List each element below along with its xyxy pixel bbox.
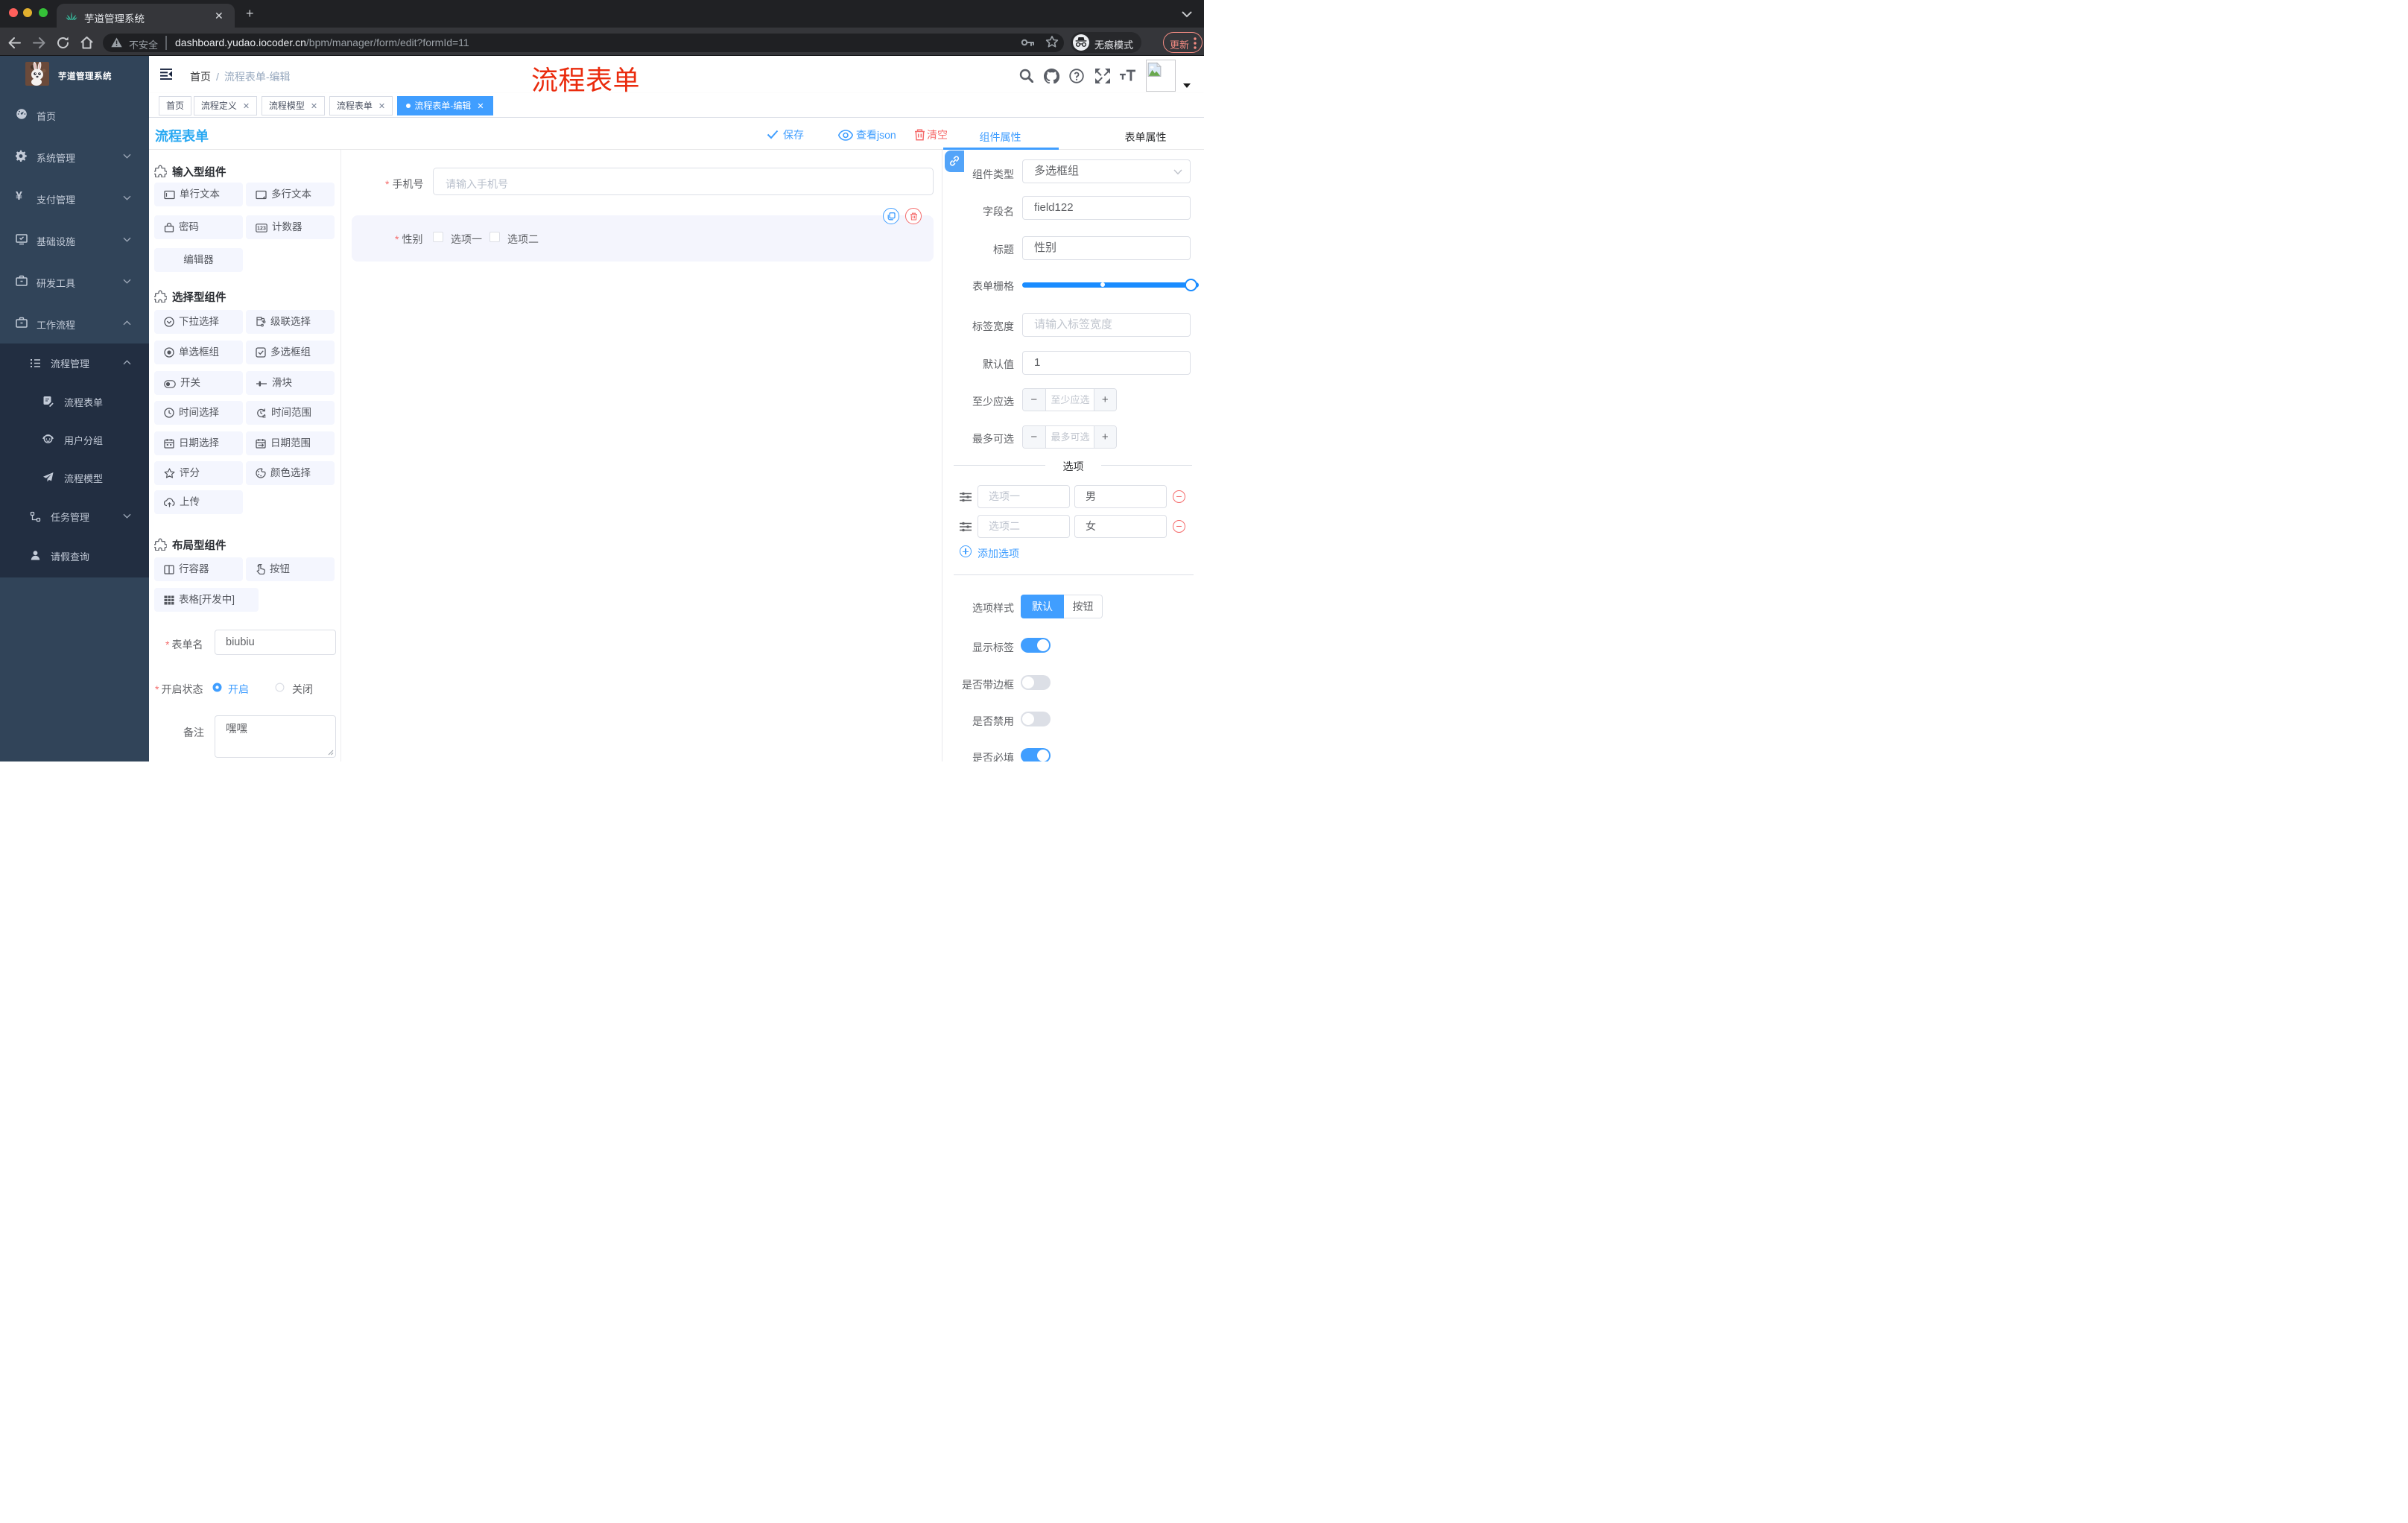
- svg-text:123: 123: [257, 226, 266, 231]
